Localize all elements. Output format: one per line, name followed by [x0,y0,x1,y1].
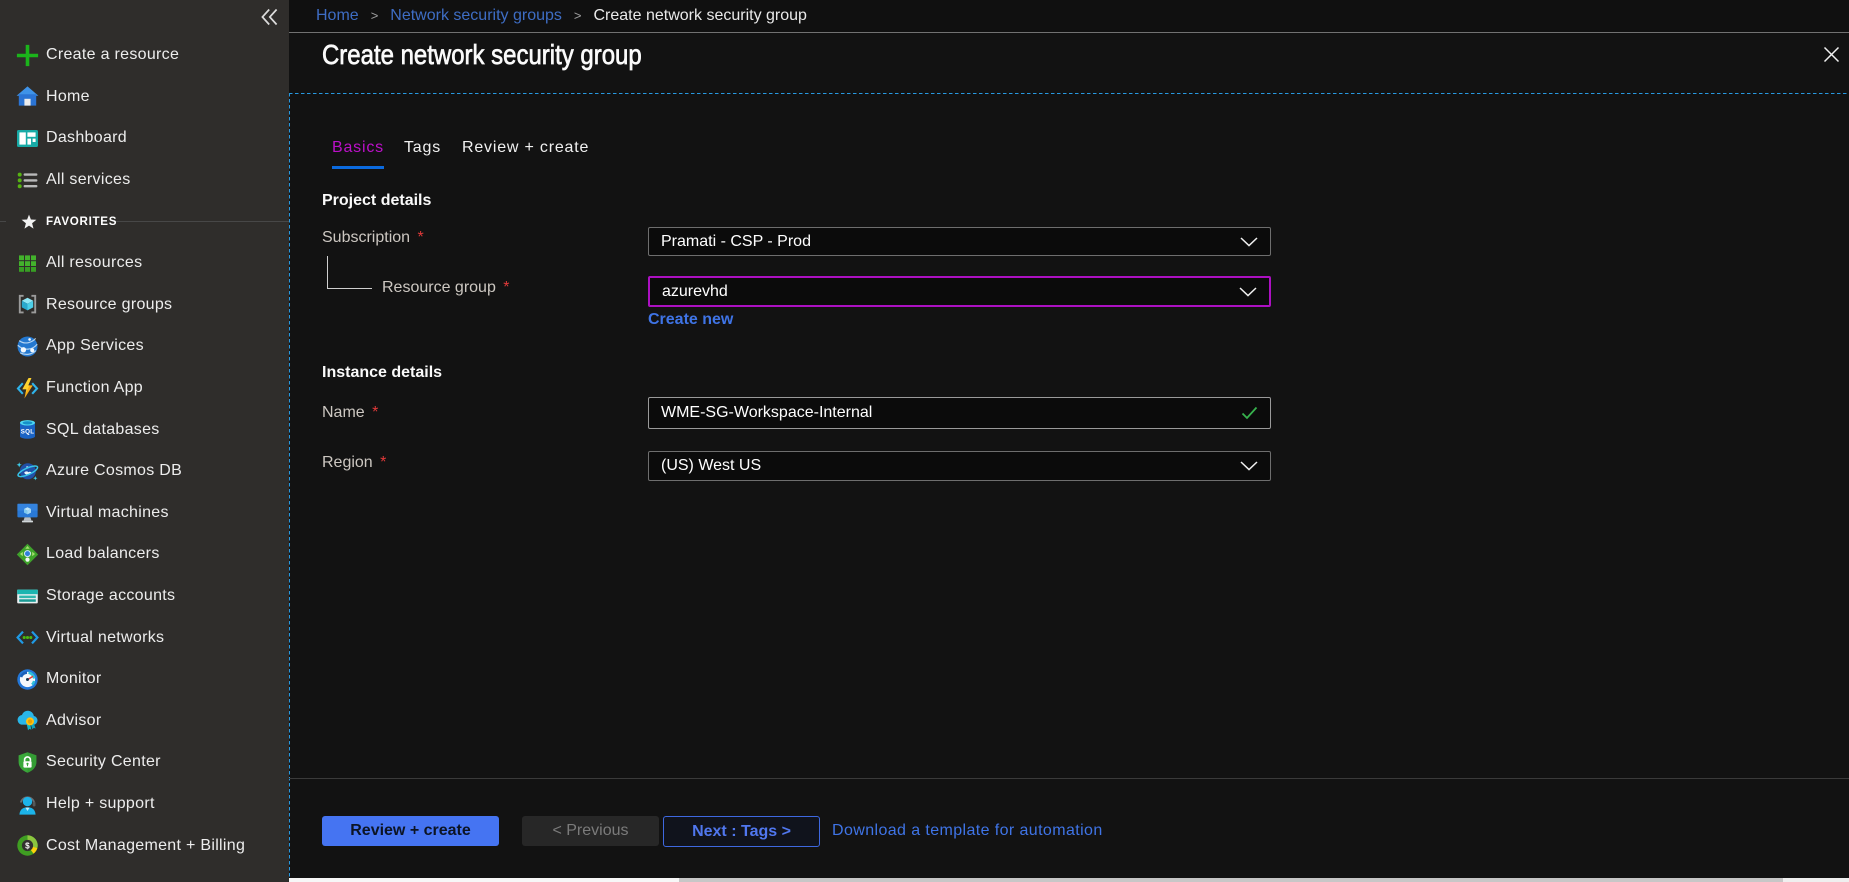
svg-text:SQL: SQL [21,429,35,436]
svg-text:$: $ [25,842,30,851]
